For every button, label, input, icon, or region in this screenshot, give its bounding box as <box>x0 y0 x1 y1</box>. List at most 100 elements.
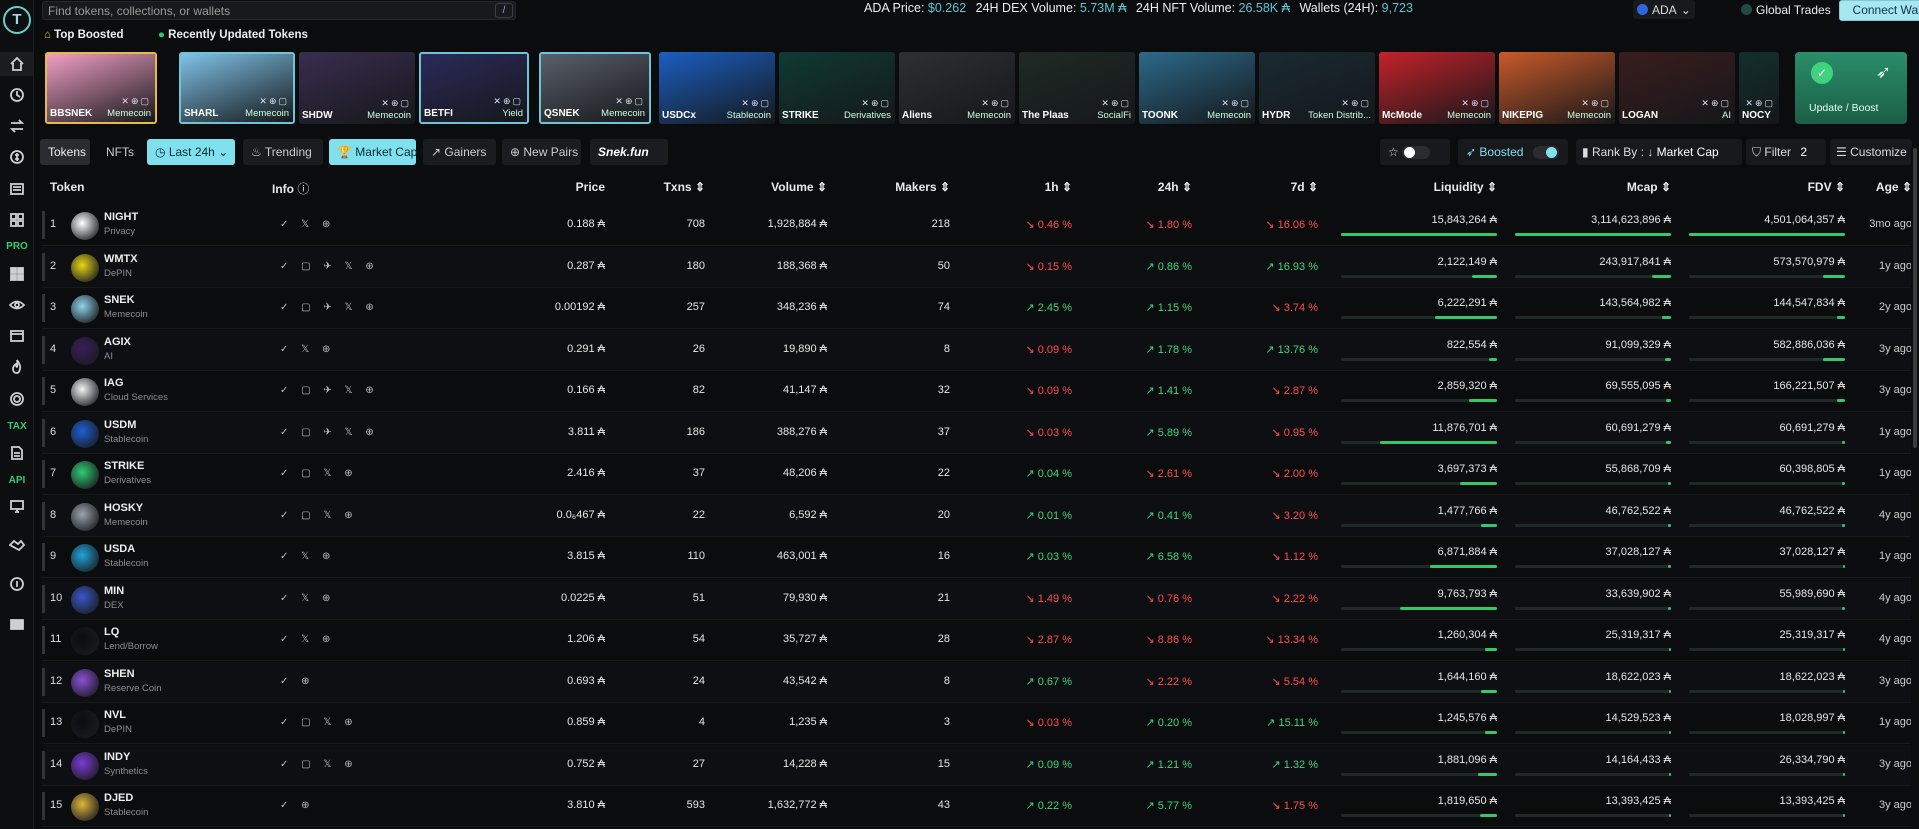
tab-snek-fun[interactable]: Snek.fun <box>590 139 668 165</box>
connect-wallet-button[interactable]: Connect Wallet <box>1839 0 1919 21</box>
token-name[interactable]: HOSKY <box>104 502 143 514</box>
token-name[interactable]: LQ <box>104 626 119 638</box>
update-boost-button[interactable]: ✓ ➶ Update / Boost <box>1795 52 1907 124</box>
coin-icon[interactable] <box>0 145 34 169</box>
token-card-11[interactable]: ✕⊕▢ McMode Memecoin <box>1379 52 1495 124</box>
pro-label[interactable]: PRO <box>0 241 34 252</box>
col-7d[interactable]: 7d ⇕ <box>1291 180 1318 194</box>
handshake-icon[interactable] <box>0 533 34 557</box>
col-24h[interactable]: 24h ⇕ <box>1158 180 1192 194</box>
token-card-4[interactable]: ✕⊕▢ QSNEK Memecoin <box>539 52 651 124</box>
token-name[interactable]: IAG <box>104 377 124 389</box>
filter-button[interactable]: ⛉ Filter 2 <box>1746 139 1826 165</box>
col-price[interactable]: Price <box>576 180 605 194</box>
grid-icon[interactable] <box>0 262 34 286</box>
info-icons[interactable]: ✓ ▢ ✈ 𝕏 ⊕ <box>280 261 379 272</box>
news-icon[interactable] <box>0 177 34 201</box>
table-row[interactable]: 9 USDA Stablecoin ✓ 𝕏 ⊕ 3.815 ₳ 110 463,001 ₳ 1… <box>42 537 1912 578</box>
token-card-5[interactable]: ✕⊕▢ USDCx Stablecoin <box>659 52 775 124</box>
col-volume[interactable]: Volume ⇕ <box>771 180 827 194</box>
token-name[interactable]: AGIX <box>104 336 131 348</box>
token-card-1[interactable]: ✕⊕▢ SHARL Memecoin <box>179 52 295 124</box>
info-circle-icon[interactable] <box>0 572 34 596</box>
table-row[interactable]: 3 SNEK Memecoin ✓ ▢ ✈ 𝕏 ⊕ 0.00192 ₳ 257 348,23… <box>42 288 1912 329</box>
token-name[interactable]: USDM <box>104 419 136 431</box>
table-row[interactable]: 7 STRIKE Derivatives ✓ ▢ 𝕏 ⊕ 2.416 ₳ 37 48,206… <box>42 454 1912 495</box>
global-trades-button[interactable]: Global Trades <box>1741 0 1831 19</box>
token-name[interactable]: WMTX <box>104 253 138 265</box>
apps-icon[interactable] <box>0 208 34 232</box>
scrollbar[interactable] <box>1911 148 1919 829</box>
customize-button[interactable]: ☰ Customize <box>1830 139 1912 165</box>
eye-icon[interactable] <box>0 293 34 317</box>
tab-nfts[interactable]: NFTs <box>98 139 142 165</box>
token-card-7[interactable]: ✕⊕▢ Aliens Memecoin <box>899 52 1015 124</box>
api-label[interactable]: API <box>0 475 34 486</box>
table-row[interactable]: 10 MIN DEX ✓ 𝕏 ⊕ 0.0225 ₳ 51 79,930 ₳ 21 ↘ 1.49 … <box>42 578 1912 620</box>
rank-by-select[interactable]: ▮ Rank By : ↓ Market Cap <box>1576 139 1742 165</box>
token-name[interactable]: NIGHT <box>104 211 138 223</box>
info-icons[interactable]: ✓ 𝕏 ⊕ <box>280 593 335 604</box>
info-icons[interactable]: ✓ 𝕏 ⊕ <box>280 344 335 355</box>
token-card-3[interactable]: ✕⊕▢ BETFI Yield <box>419 52 529 124</box>
table-row[interactable]: 15 DJED Stablecoin ✓ ⊕ 3.810 ₳ 593 1,632,772 ₳… <box>42 786 1912 827</box>
table-row[interactable]: 2 WMTX DePIN ✓ ▢ ✈ 𝕏 ⊕ 0.287 ₳ 180 188,368 ₳ 50… <box>42 246 1912 288</box>
document-icon[interactable] <box>0 441 34 465</box>
app-logo[interactable]: T <box>3 6 31 34</box>
info-icons[interactable]: ✓ 𝕏 ⊕ <box>280 219 335 230</box>
token-name[interactable]: STRIKE <box>104 460 144 472</box>
col-mcap[interactable]: Mcap ⇕ <box>1627 180 1671 194</box>
favorites-toggle[interactable]: ☆ <box>1380 139 1450 165</box>
token-name[interactable]: INDY <box>104 751 130 763</box>
table-row[interactable]: 12 SHEN Reserve Coin ✓ ⊕ 0.693 ₳ 24 43,542 ₳ 8 ↗… <box>42 661 1912 703</box>
table-row[interactable]: 14 INDY Synthetics ✓ ▢ 𝕏 ⊕ 0.752 ₳ 27 14,228 ₳… <box>42 744 1912 786</box>
boosted-toggle[interactable]: ➶ Boosted <box>1458 139 1568 165</box>
settings-icon[interactable] <box>0 387 34 411</box>
monitor-icon[interactable] <box>0 494 34 518</box>
table-row[interactable]: 4 AGIX AI ✓ 𝕏 ⊕ 0.291 ₳ 26 19,890 ₳ 8 ↘ 0.09 % ↗ … <box>42 329 1912 371</box>
col-1h[interactable]: 1h ⇕ <box>1045 180 1072 194</box>
info-icons[interactable]: ✓ ▢ 𝕏 ⊕ <box>280 510 358 521</box>
col-token[interactable]: Token <box>50 180 84 194</box>
currency-select[interactable]: ADA ⌄ <box>1633 0 1695 19</box>
info-icons[interactable]: ✓ ▢ ✈ 𝕏 ⊕ <box>280 385 379 396</box>
token-card-8[interactable]: ✕⊕▢ The Plaas SocialFi <box>1019 52 1135 124</box>
col-makers[interactable]: Makers ⇕ <box>895 180 950 194</box>
home-icon[interactable] <box>0 52 34 76</box>
token-card-14[interactable]: ✕⊕▢ NOCY <box>1739 52 1779 124</box>
token-name[interactable]: MIN <box>104 585 124 597</box>
ad-icon[interactable] <box>0 612 34 636</box>
info-icons[interactable]: ✓ ▢ ✈ 𝕏 ⊕ <box>280 302 379 313</box>
col-txns[interactable]: Txns ⇕ <box>664 180 705 194</box>
table-row[interactable]: 13 NVL DePIN ✓ ▢ 𝕏 ⊕ 0.859 ₳ 4 1,235 ₳ 3 ↘ 0.03 … <box>42 703 1912 744</box>
info-icons[interactable]: ✓ ▢ 𝕏 ⊕ <box>280 468 358 479</box>
history-icon[interactable] <box>0 83 34 107</box>
info-icons[interactable]: ✓ 𝕏 ⊕ <box>280 551 335 562</box>
token-card-6[interactable]: ✕⊕▢ STRIKE Derivatives <box>779 52 895 124</box>
token-name[interactable]: NVL <box>104 709 126 721</box>
tab-new-pairs[interactable]: ⊕ New Pairs <box>502 139 581 165</box>
info-icons[interactable]: ✓ ▢ ✈ 𝕏 ⊕ <box>280 427 379 438</box>
info-icons[interactable]: ✓ 𝕏 ⊕ <box>280 634 335 645</box>
window-icon[interactable] <box>0 324 34 348</box>
table-row[interactable]: 6 USDM Stablecoin ✓ ▢ ✈ 𝕏 ⊕ 3.811 ₳ 186 388,27… <box>42 412 1912 454</box>
token-name[interactable]: SNEK <box>104 294 135 306</box>
token-card-9[interactable]: ✕⊕▢ TOONK Memecoin <box>1139 52 1255 124</box>
tax-label[interactable]: TAX <box>0 421 34 432</box>
col-age[interactable]: Age ⇕ <box>1876 180 1912 194</box>
tab-last-24h[interactable]: ◷ Last 24h ⌄ <box>147 139 235 165</box>
token-name[interactable]: SHEN <box>104 668 135 680</box>
col-fdv[interactable]: FDV ⇕ <box>1808 180 1845 194</box>
col-liquidity[interactable]: Liquidity ⇕ <box>1434 180 1497 194</box>
tab-market-cap[interactable]: 🏆 Market Cap <box>329 139 417 165</box>
swap-icon[interactable] <box>0 114 34 138</box>
search-input[interactable]: Find tokens, collections, or wallets / <box>42 1 516 20</box>
token-card-13[interactable]: ✕⊕▢ LOGAN AI <box>1619 52 1735 124</box>
col-info[interactable]: Info ⓘ <box>272 180 309 197</box>
tab-tokens[interactable]: Tokens <box>40 139 90 165</box>
token-card-12[interactable]: ✕⊕▢ NIKEPIG Memecoin <box>1499 52 1615 124</box>
table-row[interactable]: 1 NIGHT Privacy ✓ 𝕏 ⊕ 0.188 ₳ 708 1,928,884 ₳ 2… <box>42 205 1912 246</box>
table-row[interactable]: 11 LQ Lend/Borrow ✓ 𝕏 ⊕ 1.206 ₳ 54 35,727 ₳ 28 ↘… <box>42 620 1912 661</box>
fire-icon[interactable] <box>0 355 34 379</box>
info-icons[interactable]: ✓ ▢ 𝕏 ⊕ <box>280 717 358 728</box>
